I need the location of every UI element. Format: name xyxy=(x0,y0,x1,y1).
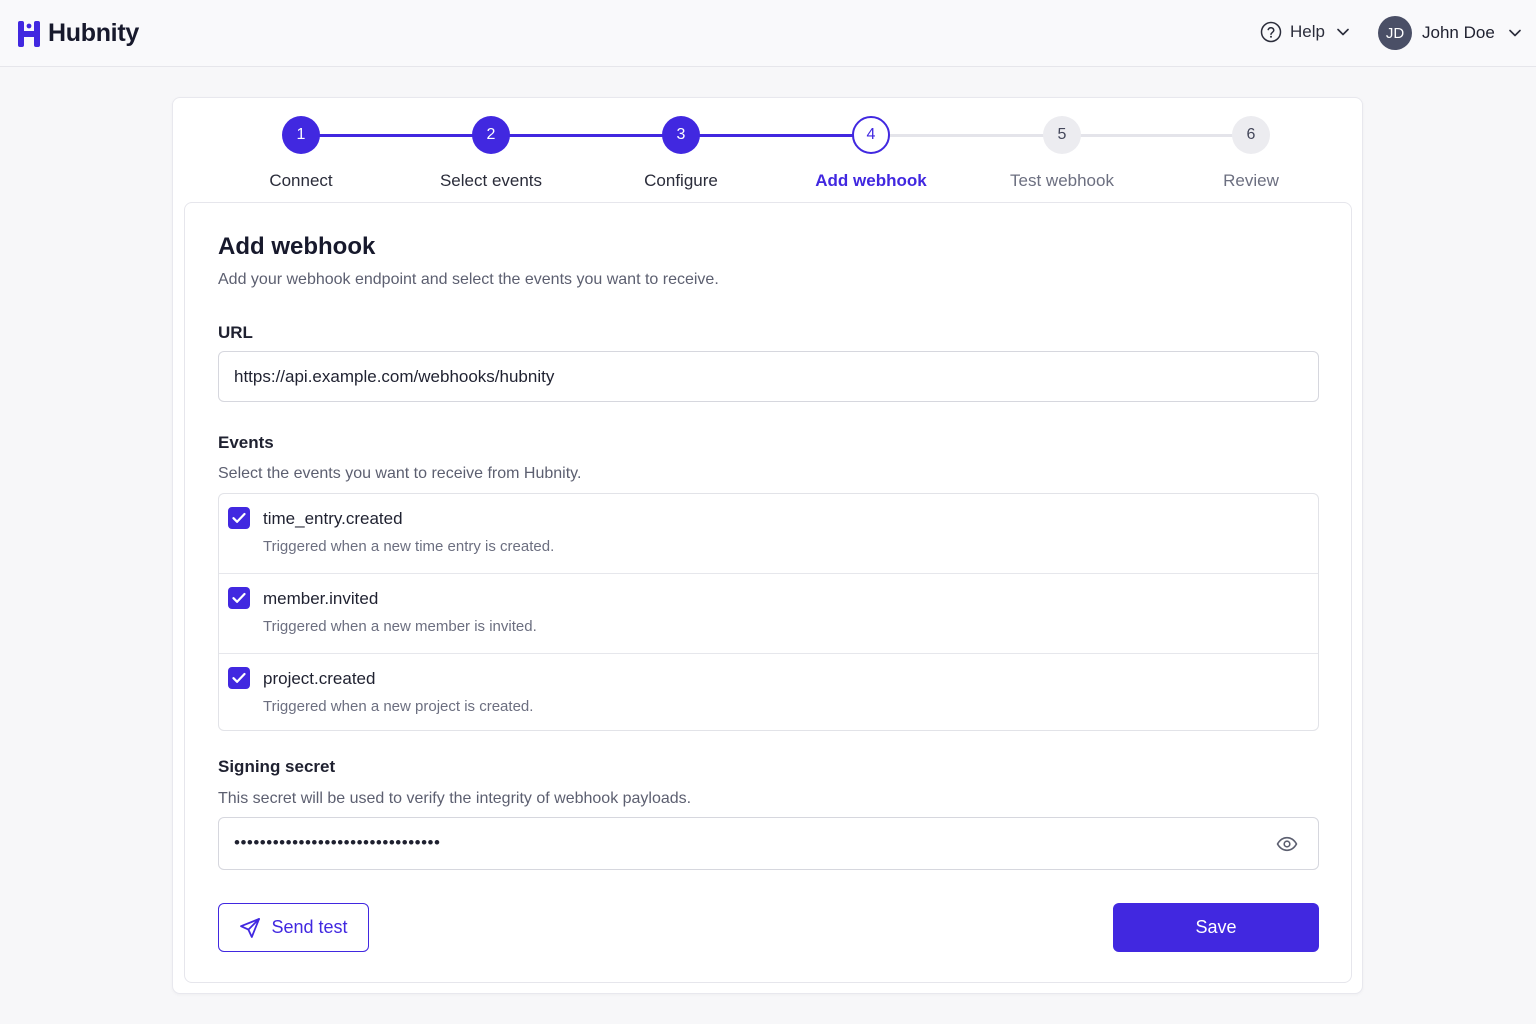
event-name: time_entry.created xyxy=(263,509,403,528)
brand[interactable]: Hubnity xyxy=(18,19,139,48)
help-label: Help xyxy=(1290,22,1325,41)
send-test-label: Send test xyxy=(271,917,348,937)
user-menu[interactable]: JD John Doe xyxy=(1378,16,1521,50)
url-label: URL xyxy=(218,323,253,342)
step-number: 3 xyxy=(662,116,700,154)
check-icon xyxy=(232,512,246,523)
form-title: Add webhook xyxy=(218,233,376,260)
event-description: Triggered when a new time entry is creat… xyxy=(263,538,555,555)
top-bar: Hubnity Help JD John Doe xyxy=(0,0,1536,67)
step-number: 5 xyxy=(1043,116,1081,154)
event-description: Triggered when a new project is created. xyxy=(263,698,534,715)
chevron-down-icon xyxy=(1508,29,1521,37)
url-input[interactable] xyxy=(218,351,1319,402)
step-add-webhook[interactable]: 4 Add webhook xyxy=(781,116,961,191)
step-label: Configure xyxy=(644,171,718,190)
event-name: member.invited xyxy=(263,589,379,608)
help-circle-icon xyxy=(1260,21,1282,43)
event-checkbox[interactable] xyxy=(228,587,250,609)
form-subtitle: Add your webhook endpoint and select the… xyxy=(218,271,719,288)
event-checkbox[interactable] xyxy=(228,667,250,689)
event-item-time-entry-created[interactable]: time_entry.created Triggered when a new … xyxy=(219,494,1318,574)
step-review[interactable]: 6 Review xyxy=(1161,116,1341,191)
event-description: Triggered when a new member is invited. xyxy=(263,618,537,635)
signing-secret-value: •••••••••••••••••••••••••••••••• xyxy=(234,833,441,852)
step-configure[interactable]: 3 Configure xyxy=(591,116,771,191)
events-list: time_entry.created Triggered when a new … xyxy=(218,493,1319,731)
signing-secret-help: This secret will be used to verify the i… xyxy=(218,790,692,807)
step-number: 1 xyxy=(282,116,320,154)
step-label: Test webhook xyxy=(1010,171,1114,190)
send-icon xyxy=(240,917,261,938)
stepper: 1 Connect 2 Select events 3 Configure 4 … xyxy=(173,98,1362,198)
step-label: Connect xyxy=(269,171,333,190)
step-label: Add webhook xyxy=(815,171,927,190)
user-name: John Doe xyxy=(1422,23,1495,42)
event-name: project.created xyxy=(263,669,376,688)
check-icon xyxy=(232,672,246,683)
wizard-card: 1 Connect 2 Select events 3 Configure 4 … xyxy=(172,97,1363,994)
eye-icon xyxy=(1276,836,1298,852)
step-number: 4 xyxy=(852,116,890,154)
step-number: 2 xyxy=(472,116,510,154)
check-icon xyxy=(232,592,246,603)
brand-name: Hubnity xyxy=(48,19,139,47)
avatar: JD xyxy=(1378,16,1412,50)
signing-secret-label: Signing secret xyxy=(218,757,336,776)
step-number: 6 xyxy=(1232,116,1270,154)
event-item-member-invited[interactable]: member.invited Triggered when a new memb… xyxy=(219,574,1318,654)
send-test-button[interactable]: Send test xyxy=(218,903,369,952)
events-help: Select the events you want to receive fr… xyxy=(218,465,582,482)
help-menu[interactable]: Help xyxy=(1260,21,1349,43)
step-select-events[interactable]: 2 Select events xyxy=(401,116,581,191)
signing-secret-input[interactable]: •••••••••••••••••••••••••••••••• xyxy=(218,817,1319,870)
save-button[interactable]: Save xyxy=(1113,903,1319,952)
step-label: Review xyxy=(1223,171,1279,190)
hubnity-logo-icon xyxy=(18,20,40,47)
step-test-webhook[interactable]: 5 Test webhook xyxy=(972,116,1152,191)
chevron-down-icon xyxy=(1337,28,1349,36)
webhook-form: Add webhook Add your webhook endpoint an… xyxy=(184,202,1352,983)
event-checkbox[interactable] xyxy=(228,507,250,529)
step-connect[interactable]: 1 Connect xyxy=(211,116,391,191)
events-label: Events xyxy=(218,433,274,452)
reveal-secret-button[interactable] xyxy=(1276,834,1298,854)
step-label: Select events xyxy=(439,171,543,190)
event-item-project-created[interactable]: project.created Triggered when a new pro… xyxy=(219,654,1318,730)
